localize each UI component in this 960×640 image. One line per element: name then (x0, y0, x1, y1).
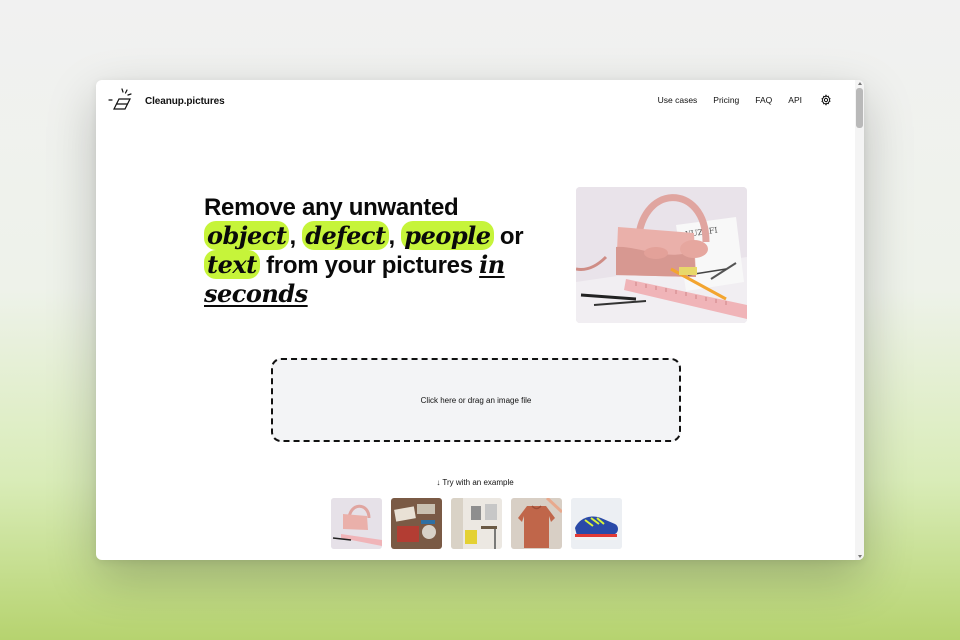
example-thumb-sneaker[interactable] (571, 498, 622, 549)
underlined-in: in (479, 250, 505, 279)
scroll-up-arrow-icon[interactable] (858, 82, 862, 85)
example-thumb-room[interactable] (451, 498, 502, 549)
scroll-down-arrow-icon[interactable] (858, 555, 862, 558)
nav-api[interactable]: API (788, 95, 802, 105)
site-header: Cleanup.pictures Use cases Pricing FAQ A… (96, 80, 864, 120)
highlight-defect: defect (302, 221, 389, 250)
gear-icon[interactable] (820, 94, 832, 106)
headline-line3: from your pictures (259, 252, 480, 279)
nav-faq[interactable]: FAQ (755, 95, 772, 105)
nav-pricing[interactable]: Pricing (713, 95, 739, 105)
example-thumb-handbag[interactable] (331, 498, 382, 549)
highlight-people: people (401, 221, 494, 250)
headline-line1: Remove any unwanted (204, 194, 459, 221)
example-thumb-sweater[interactable] (511, 498, 562, 549)
hero-headline: Remove any unwanted object, defect, peop… (204, 194, 564, 309)
try-example-label: ↓ Try with an example (436, 478, 514, 487)
example-thumb-desk[interactable] (391, 498, 442, 549)
browser-window: Cleanup.pictures Use cases Pricing FAQ A… (96, 80, 864, 560)
separator: , (388, 223, 402, 250)
top-nav: Use cases Pricing FAQ API (642, 94, 832, 106)
brand-name[interactable]: Cleanup.pictures (145, 96, 225, 107)
hero-example-image: YUZEFI (576, 187, 747, 323)
highlight-object: object (204, 221, 290, 250)
underlined-seconds: seconds (204, 279, 308, 308)
upload-label: Click here or drag an image file (420, 395, 532, 405)
separator: , (289, 223, 303, 250)
scrollbar-thumb[interactable] (856, 88, 863, 128)
nav-use-cases[interactable]: Use cases (658, 95, 698, 105)
eraser-logo-icon[interactable] (108, 88, 134, 112)
highlight-text: text (204, 250, 260, 279)
upload-dropzone[interactable]: Click here or drag an image file (271, 358, 681, 442)
page-scrollbar[interactable] (855, 80, 864, 560)
word-or: or (493, 223, 524, 250)
example-thumbnails (331, 498, 622, 549)
